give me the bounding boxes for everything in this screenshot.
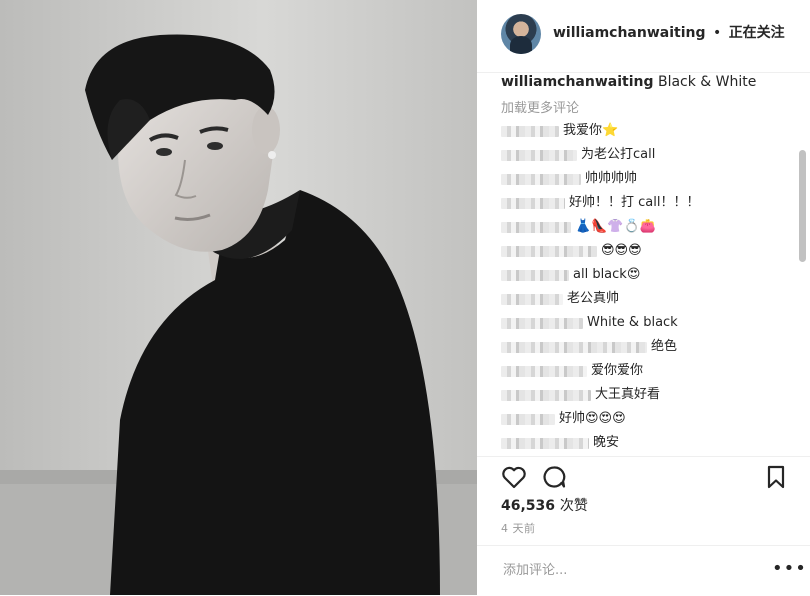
comment-item: all black😍	[501, 265, 640, 285]
comments-scrollbar[interactable]	[799, 150, 806, 262]
post-photo[interactable]	[0, 0, 477, 595]
blurred-username[interactable]	[501, 173, 581, 185]
caption-username[interactable]: williamchanwaiting	[501, 74, 654, 90]
comment-item: 😎😎😎	[501, 241, 642, 261]
portrait-illustration	[0, 0, 477, 595]
add-comment-input[interactable]	[501, 559, 765, 581]
comment-item: 👗👠👚💍👛	[501, 217, 656, 237]
comment-item: 帅帅帅帅	[501, 169, 637, 189]
comment-item: 我爱你⭐	[501, 121, 618, 141]
comment-text: 爱你爱你	[591, 363, 644, 378]
comment-item: 好帅！！打 call！！！	[501, 193, 699, 213]
comment-text: 我爱你⭐	[563, 123, 619, 138]
avatar[interactable]	[501, 14, 541, 54]
blurred-username[interactable]	[501, 125, 559, 137]
comment-text: 大王真好看	[595, 387, 661, 402]
comment-item: 绝色	[501, 337, 677, 357]
blurred-username[interactable]	[501, 293, 563, 305]
comment-text: White & black	[587, 315, 678, 330]
post-header: williamchanwaiting • 正在关注	[477, 0, 810, 73]
action-bar	[477, 456, 810, 497]
blurred-username[interactable]	[501, 341, 647, 353]
comment-text: 😎😎😎	[601, 243, 642, 258]
comment-text: 晚安	[593, 435, 620, 450]
comment-text: all black😍	[573, 267, 641, 282]
comment-text: 绝色	[651, 339, 678, 354]
likes-count[interactable]: 46,536 次赞	[501, 495, 588, 515]
add-comment-bar: •••	[477, 545, 810, 596]
likes-number: 46,536	[501, 498, 556, 514]
likes-label: 次赞	[559, 498, 588, 514]
comment-text: 好帅！！打 call！！！	[569, 195, 700, 210]
comments-list[interactable]: williamchanwaiting Black & White 加载更多评论 …	[477, 72, 810, 456]
comment-item: 爱你爱你	[501, 361, 643, 381]
blurred-username[interactable]	[501, 437, 589, 449]
post-details-panel: williamchanwaiting • 正在关注 williamchanwai…	[477, 0, 810, 595]
comment-text: 👗👠👚💍👛	[575, 219, 656, 234]
blurred-username[interactable]	[501, 413, 555, 425]
blurred-username[interactable]	[501, 365, 587, 377]
caption: williamchanwaiting Black & White	[501, 73, 756, 91]
bookmark-icon[interactable]	[765, 465, 787, 493]
caption-text: Black & White	[657, 74, 757, 90]
blurred-username[interactable]	[501, 197, 565, 209]
comment-item: 老公真帅	[501, 289, 619, 309]
comment-text: 为老公打call	[581, 147, 656, 162]
header-separator: •	[712, 25, 722, 41]
following-status[interactable]: 正在关注	[729, 25, 785, 41]
comment-item: 好帅😍😍😍	[501, 409, 626, 429]
comment-item: 晚安	[501, 433, 619, 453]
more-icon[interactable]: •••	[772, 560, 807, 578]
comment-item: 大王真好看	[501, 385, 660, 405]
blurred-username[interactable]	[501, 389, 591, 401]
blurred-username[interactable]	[501, 221, 571, 233]
comment-item: White & black	[501, 313, 678, 333]
heart-icon[interactable]	[501, 465, 527, 493]
blurred-username[interactable]	[501, 149, 577, 161]
comment-icon[interactable]	[541, 465, 567, 493]
comment-item: 为老公打call	[501, 145, 655, 165]
blurred-username[interactable]	[501, 317, 583, 329]
comment-text: 帅帅帅帅	[585, 171, 638, 186]
post-time: 4 天前	[501, 522, 536, 535]
blurred-username[interactable]	[501, 245, 597, 257]
load-more-comments[interactable]: 加载更多评论	[501, 97, 579, 116]
blurred-username[interactable]	[501, 269, 569, 281]
comment-text: 好帅😍😍😍	[559, 411, 626, 426]
comment-text: 老公真帅	[567, 291, 620, 306]
header-username[interactable]: williamchanwaiting	[553, 25, 706, 41]
header-text: williamchanwaiting • 正在关注	[553, 24, 785, 42]
